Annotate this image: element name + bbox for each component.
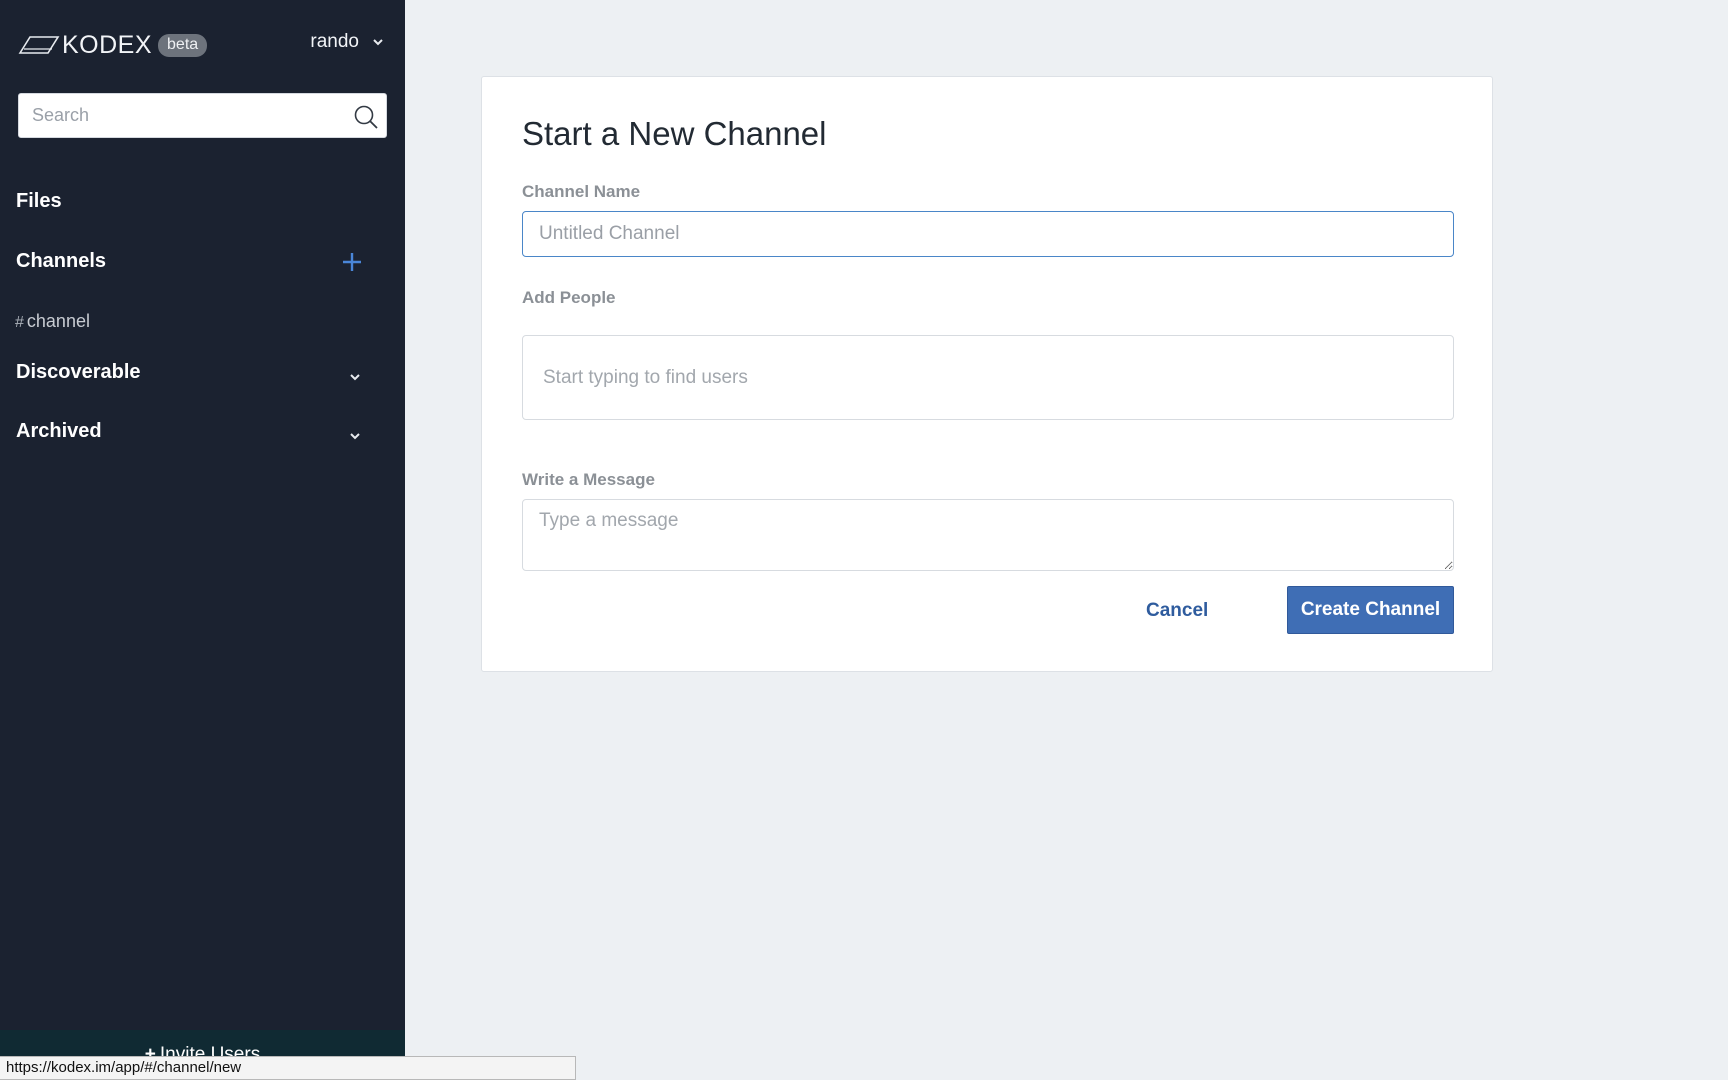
chevron-down-icon[interactable] [348, 370, 362, 384]
channel-list-item[interactable]: # channel [15, 311, 90, 332]
user-menu[interactable]: rando [310, 31, 385, 53]
nav-archived[interactable]: Archived [16, 420, 102, 443]
add-people-input[interactable] [522, 335, 1454, 420]
nav-channels[interactable]: Channels [16, 250, 106, 273]
sidebar: KODEX beta rando Files Channels #channel… [0, 0, 405, 1080]
search-icon[interactable] [353, 104, 379, 130]
kodex-logo-icon [18, 36, 60, 54]
nav-files[interactable]: Files [16, 190, 62, 213]
create-channel-button[interactable]: Create Channel [1287, 586, 1454, 634]
plus-icon[interactable] [341, 251, 363, 273]
user-name: rando [310, 31, 359, 52]
hash-icon: # [15, 314, 24, 331]
page-title: Start a New Channel [522, 115, 827, 152]
brand-name: KODEX [62, 30, 153, 59]
status-bar-url: https://kodex.im/app/#/channel/new [0, 1056, 576, 1080]
nav-discoverable[interactable]: Discoverable [16, 361, 141, 384]
channel-name-input[interactable] [522, 211, 1454, 257]
beta-badge: beta [158, 33, 208, 57]
message-label: Write a Message [522, 470, 655, 489]
add-people-label: Add People [522, 288, 616, 307]
search-box [18, 93, 387, 138]
message-textarea[interactable] [522, 499, 1454, 571]
chevron-down-icon [373, 39, 383, 46]
chevron-down-icon[interactable] [348, 429, 362, 443]
channel-name-label: Channel Name [522, 182, 641, 201]
channel-name: channel [26, 311, 90, 331]
search-input[interactable] [19, 94, 386, 137]
new-channel-card: Start a New Channel Channel Name Add Peo… [481, 76, 1493, 672]
brand[interactable]: KODEX beta [18, 30, 208, 60]
cancel-button[interactable]: Cancel [1140, 591, 1214, 631]
